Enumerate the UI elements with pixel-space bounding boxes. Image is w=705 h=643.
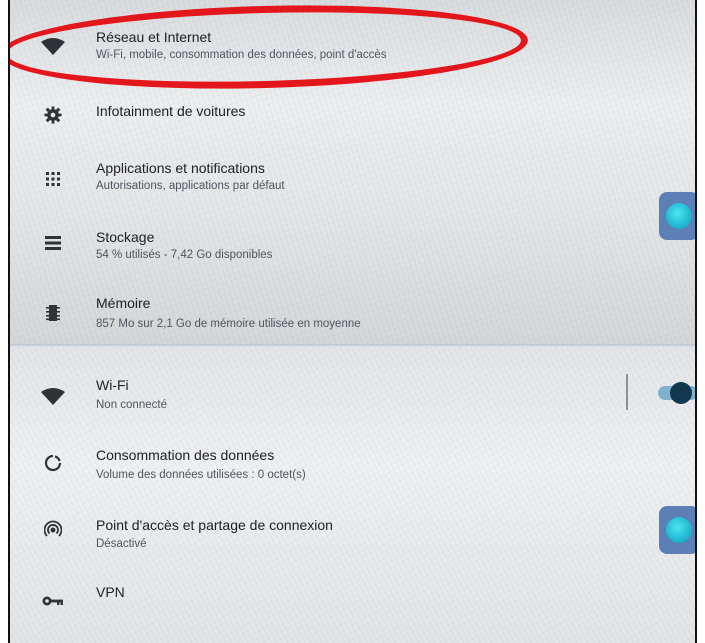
network-item-subtitle: Volume des données utilisées : 0 octet(s…: [96, 469, 306, 481]
network-item-title: Wi-Fi: [96, 377, 129, 393]
settings-item-title: Infotainment de voitures: [96, 103, 246, 119]
network-item-title: Point d'accès et partage de connexion: [96, 517, 333, 533]
network-item-data-usage[interactable]: Consommation des données Volume des donn…: [10, 438, 695, 498]
toggle-divider: [626, 374, 628, 410]
storage-icon: [38, 228, 68, 258]
settings-item-memory[interactable]: Mémoire 857 Mo sur 2,1 Go de mémoire uti…: [10, 290, 695, 350]
settings-item-storage[interactable]: Stockage 54 % utilisés - 7,42 Go disponi…: [10, 222, 695, 282]
wifi-toggle-knob[interactable]: [670, 382, 692, 404]
settings-item-subtitle: Autorisations, applications par défaut: [96, 180, 285, 192]
settings-item-car-infotainment[interactable]: Infotainment de voitures: [10, 88, 695, 148]
floating-button-dot: [666, 203, 692, 229]
network-item-title: VPN: [96, 584, 125, 600]
network-item-subtitle: Non connecté: [96, 399, 167, 411]
settings-item-title: Applications et notifications: [96, 160, 265, 176]
network-item-subtitle: Désactivé: [96, 538, 147, 550]
key-icon: [38, 586, 68, 616]
network-item-wifi[interactable]: Wi-Fi Non connecté: [10, 368, 695, 428]
floating-assistive-button[interactable]: [659, 192, 695, 240]
settings-item-subtitle: 857 Mo sur 2,1 Go de mémoire utilisée en…: [96, 318, 361, 330]
memory-icon: [38, 298, 68, 328]
photo-frame: Réseau et Internet Wi-Fi, mobile, consom…: [8, 0, 697, 643]
network-item-hotspot[interactable]: Point d'accès et partage de connexion Dé…: [10, 508, 695, 568]
gear-icon: [38, 100, 68, 130]
network-item-title: Consommation des données: [96, 447, 275, 463]
settings-item-apps[interactable]: Applications et notifications Autorisati…: [10, 152, 695, 212]
data-usage-icon: [38, 448, 68, 478]
settings-item-title: Mémoire: [96, 295, 151, 311]
hotspot-icon: [38, 514, 68, 544]
network-item-vpn[interactable]: VPN: [10, 576, 695, 636]
floating-assistive-button[interactable]: [659, 506, 695, 554]
settings-item-title: Stockage: [96, 229, 155, 245]
apps-grid-icon: [38, 164, 68, 194]
settings-item-subtitle: 54 % utilisés - 7,42 Go disponibles: [96, 249, 273, 261]
wifi-icon: [38, 382, 68, 412]
floating-button-dot: [666, 517, 692, 543]
